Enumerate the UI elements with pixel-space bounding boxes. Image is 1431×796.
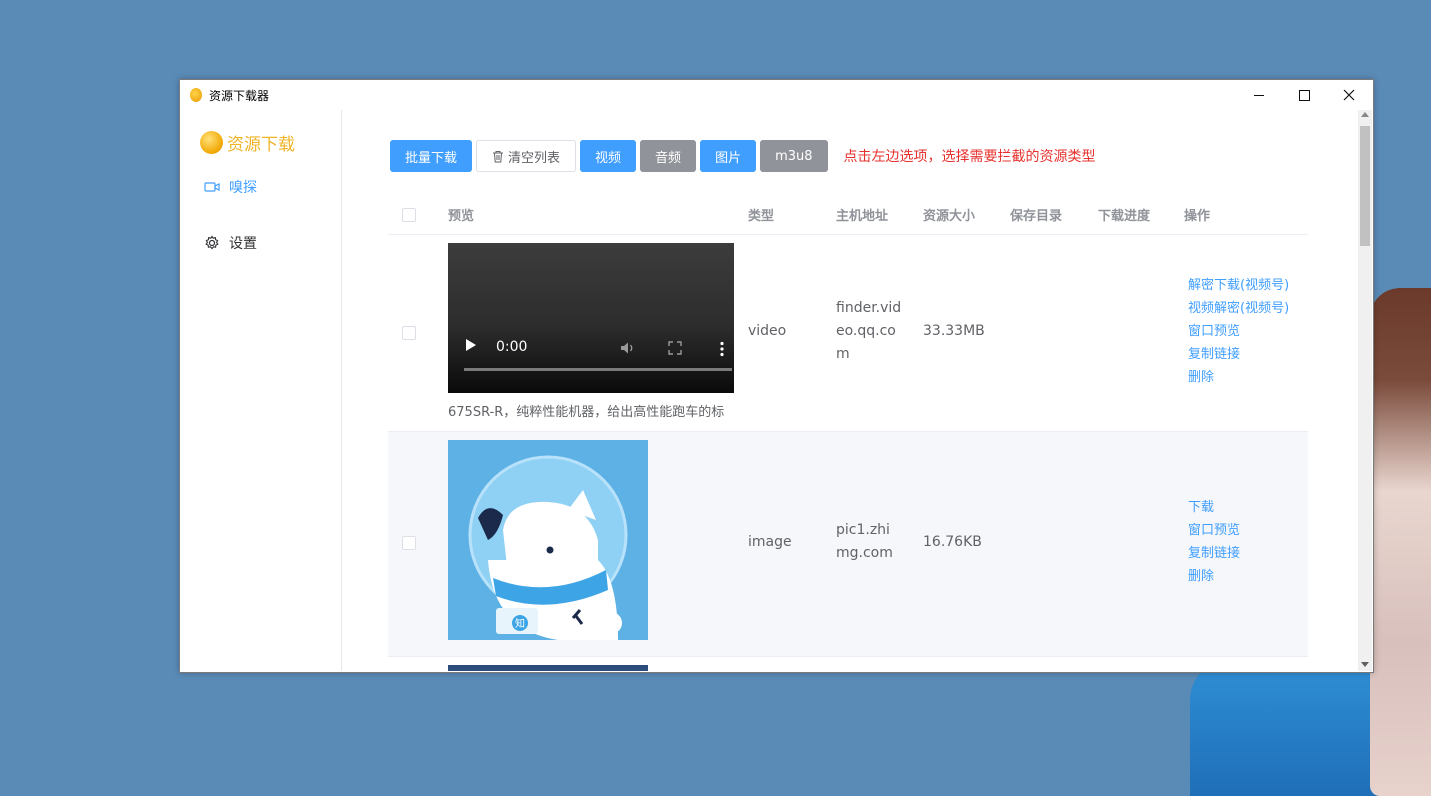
size-cell: 16.76KB	[923, 534, 982, 550]
copy-link-link[interactable]: 复制链接	[1188, 542, 1240, 565]
host-line: m	[836, 346, 850, 362]
table-row: 知 image pic1.zhi mg.com 16.76KB 下载 窗口预览 …	[388, 432, 1308, 657]
filter-image-button[interactable]: 图片	[700, 140, 757, 172]
sidebar-item-label: 设置	[229, 236, 257, 252]
clear-list-label: 清空列表	[508, 150, 561, 166]
column-header-size: 资源大小	[923, 209, 976, 224]
row-checkbox[interactable]	[402, 326, 416, 340]
host-cell: pic1.zhi mg.com	[836, 519, 893, 565]
app-orange-icon	[190, 88, 202, 102]
sidebar-item-settings[interactable]: 设置	[204, 233, 257, 253]
host-line: pic1.zhi	[836, 522, 890, 538]
row-checkbox[interactable]	[402, 536, 416, 550]
video-progress-bar[interactable]	[464, 368, 732, 371]
sidebar-item-label: 嗅探	[229, 180, 257, 196]
gear-icon	[205, 235, 219, 250]
scrollbar-thumb[interactable]	[1360, 126, 1370, 246]
window-preview-link[interactable]: 窗口预览	[1188, 320, 1289, 343]
play-icon[interactable]	[466, 339, 476, 351]
actions-cell: 下载 窗口预览 复制链接 删除	[1188, 496, 1240, 588]
video-time: 0:00	[496, 339, 528, 355]
actions-cell: 解密下载(视频号) 视频解密(视频号) 窗口预览 复制链接 删除	[1188, 274, 1289, 389]
maximize-button[interactable]	[1281, 80, 1327, 110]
minimize-button[interactable]	[1236, 80, 1282, 110]
main-panel: 批量下载 清空列表 视频 音频 图片 m3u8 点击左边选项，选择需要拦截的资源…	[342, 110, 1356, 671]
sidebar: 资源下载 嗅探 设置	[180, 110, 342, 671]
preview-caption: 675SR-R，纯粹性能机器，给出高性能跑车的标	[448, 405, 725, 420]
window-title: 资源下载器	[209, 89, 270, 103]
minimize-icon	[1254, 94, 1264, 96]
video-camera-icon	[204, 182, 220, 192]
title-bar: 资源下载器	[180, 80, 1373, 110]
table-row	[388, 657, 1308, 671]
badge-text: 知	[515, 617, 525, 630]
column-header-progress: 下载进度	[1098, 209, 1151, 224]
image-preview-thumbnail[interactable]	[448, 665, 648, 671]
column-header-type: 类型	[748, 209, 775, 224]
column-header-preview: 预览	[448, 209, 475, 224]
size-cell: 33.33MB	[923, 323, 985, 339]
video-decrypt-link[interactable]: 视频解密(视频号)	[1188, 297, 1289, 320]
sidebar-item-sniff[interactable]: 嗅探	[204, 177, 257, 197]
clear-list-button[interactable]: 清空列表	[476, 140, 577, 172]
orange-logo-icon	[200, 131, 223, 154]
host-line: eo.qq.co	[836, 323, 896, 339]
column-header-save-dir: 保存目录	[1010, 209, 1063, 224]
logo-text: 资源下载	[227, 135, 295, 155]
sidebar-logo: 资源下载	[200, 130, 295, 155]
host-line: mg.com	[836, 545, 893, 561]
delete-link[interactable]: 删除	[1188, 565, 1240, 588]
host-cell: finder.vid eo.qq.co m	[836, 297, 901, 366]
toolbar: 批量下载 清空列表 视频 音频 图片 m3u8 点击左边选项，选择需要拦截的资源…	[390, 140, 1096, 172]
select-all-checkbox[interactable]	[402, 208, 416, 222]
column-header-actions: 操作	[1184, 209, 1211, 224]
scroll-down-arrow-icon[interactable]	[1361, 662, 1369, 667]
volume-icon[interactable]	[620, 341, 636, 355]
hint-text: 点击左边选项，选择需要拦截的资源类型	[843, 149, 1096, 165]
type-cell: image	[748, 534, 792, 550]
more-options-icon[interactable]	[720, 341, 724, 357]
close-icon	[1343, 89, 1355, 101]
filter-m3u8-button[interactable]: m3u8	[760, 140, 828, 172]
maximize-icon	[1298, 89, 1310, 101]
table-row: 0:00 675SR-R，纯粹性能机器，给出高性能跑车的标 video find…	[388, 235, 1308, 432]
zhihu-mascot-image: 知	[468, 455, 628, 640]
column-header-host: 主机地址	[836, 209, 889, 224]
download-link[interactable]: 下载	[1188, 496, 1240, 519]
window-preview-link[interactable]: 窗口预览	[1188, 519, 1240, 542]
copy-link-link[interactable]: 复制链接	[1188, 343, 1289, 366]
type-cell: video	[748, 323, 787, 339]
batch-download-button[interactable]: 批量下载	[390, 140, 473, 172]
vertical-scrollbar[interactable]	[1358, 110, 1372, 671]
close-button[interactable]	[1326, 80, 1372, 110]
host-line: finder.vid	[836, 300, 902, 316]
filter-audio-button[interactable]: 音频	[640, 140, 697, 172]
desktop-wallpaper-figure	[1370, 288, 1431, 796]
decrypt-download-link[interactable]: 解密下载(视频号)	[1188, 274, 1289, 297]
fullscreen-icon[interactable]	[668, 341, 682, 355]
delete-link[interactable]: 删除	[1188, 366, 1289, 389]
table-header: 预览 类型 主机地址 资源大小 保存目录 下载进度 操作	[388, 196, 1308, 235]
filter-video-button[interactable]: 视频	[580, 140, 637, 172]
resource-table: 预览 类型 主机地址 资源大小 保存目录 下载进度 操作 0:00 675SR-…	[388, 196, 1308, 671]
scroll-up-arrow-icon[interactable]	[1361, 112, 1369, 117]
image-preview-thumbnail[interactable]: 知	[448, 440, 648, 640]
app-window: 资源下载器 资源下载 嗅探 设置 批量下载 清空列表 视频 音频 图片 m3u8…	[179, 79, 1374, 673]
trash-icon	[493, 150, 504, 162]
video-preview-player[interactable]: 0:00	[448, 243, 734, 393]
